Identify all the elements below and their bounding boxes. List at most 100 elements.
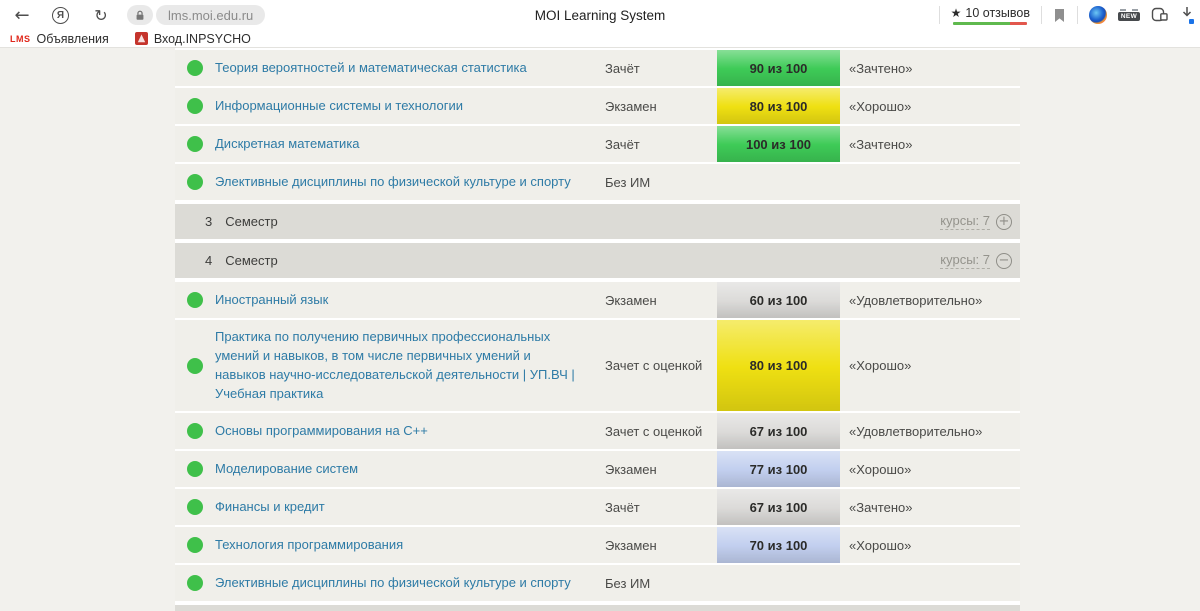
- page-content: Теория вероятностей и математическая ста…: [0, 48, 1200, 611]
- course-name-cell: Моделирование систем: [215, 452, 605, 487]
- status-dot-icon: [187, 537, 203, 553]
- bookmark-item-announcements[interactable]: LMS Объявления: [10, 32, 109, 46]
- site-reviews-button[interactable]: ★ 10 отзывов: [951, 6, 1030, 25]
- grade-label: «Хорошо»: [840, 538, 1020, 553]
- refresh-button[interactable]: ↻: [89, 3, 113, 27]
- lms-favicon: LMS: [10, 34, 31, 44]
- bookmark-flag-icon[interactable]: [1053, 8, 1066, 23]
- extension-browser-icon[interactable]: [1089, 6, 1107, 24]
- course-link[interactable]: Теория вероятностей и математическая ста…: [215, 60, 527, 75]
- bookmark-item-inpsycho[interactable]: Вход.INPSYCHO: [135, 32, 251, 46]
- control-type-label: Без ИМ: [605, 576, 717, 591]
- control-type-label: Зачёт: [605, 61, 717, 76]
- course-link[interactable]: Моделирование систем: [215, 461, 358, 476]
- score-badge: 80 из 100: [717, 320, 840, 411]
- rating-bar: [953, 22, 1027, 25]
- status-cell: [175, 88, 215, 124]
- course-name-cell: Основы программирования на C++: [215, 414, 605, 449]
- course-row: Теория вероятностей и математическая ста…: [175, 50, 1020, 86]
- semester-label: Семестр: [225, 214, 277, 229]
- course-row: Информационные системы и технологии Экза…: [175, 88, 1020, 124]
- tab-groups-icon[interactable]: [1151, 7, 1169, 23]
- score-badge: 80 из 100: [717, 88, 840, 124]
- star-icon: ★: [951, 6, 962, 20]
- course-row: Иностранный язык Экзамен 60 из 100 «Удов…: [175, 282, 1020, 318]
- score-badge: 67 из 100: [717, 489, 840, 525]
- course-row: Элективные дисциплины по физической куль…: [175, 565, 1020, 601]
- course-link[interactable]: Практика по получению первичных професси…: [215, 329, 575, 401]
- inpsycho-favicon: [135, 32, 148, 45]
- yandex-browser-icon[interactable]: Я: [52, 7, 69, 24]
- course-row: Практика по получению первичных професси…: [175, 320, 1020, 411]
- score-badge: 60 из 100: [717, 282, 840, 318]
- control-type-label: Экзамен: [605, 462, 717, 477]
- control-type-label: Зачет с оценкой: [605, 424, 717, 439]
- address-bar[interactable]: lms.moi.edu.ru: [156, 5, 265, 25]
- course-name-cell: Теория вероятностей и математическая ста…: [215, 51, 605, 86]
- download-button[interactable]: [1180, 6, 1196, 24]
- course-name-cell: Финансы и кредит: [215, 490, 605, 525]
- status-dot-icon: [187, 499, 203, 515]
- course-link[interactable]: Основы программирования на C++: [215, 423, 428, 438]
- course-link[interactable]: Элективные дисциплины по физической куль…: [215, 575, 571, 590]
- status-cell: [175, 126, 215, 162]
- semester-header-row: 3 Семестр курсы: 7 +: [175, 204, 1020, 239]
- site-security-lock-icon[interactable]: [127, 5, 153, 25]
- status-cell: [175, 413, 215, 449]
- course-link[interactable]: Иностранный язык: [215, 292, 328, 307]
- status-dot-icon: [187, 575, 203, 591]
- score-badge: 70 из 100: [717, 527, 840, 563]
- course-link[interactable]: Технология программирования: [215, 537, 403, 552]
- course-link[interactable]: Элективные дисциплины по физической куль…: [215, 174, 571, 189]
- grades-table: Теория вероятностей и математическая ста…: [175, 48, 1020, 611]
- control-type-label: Экзамен: [605, 293, 717, 308]
- grade-label: «Хорошо»: [840, 99, 1020, 114]
- grade-label: «Зачтено»: [840, 61, 1020, 76]
- grade-label: «Удовлетворительно»: [840, 424, 1020, 439]
- back-button[interactable]: ←: [10, 3, 34, 27]
- grade-label: «Зачтено»: [840, 500, 1020, 515]
- collapse-semester-icon[interactable]: −: [996, 253, 1012, 269]
- course-link[interactable]: Дискретная математика: [215, 136, 360, 151]
- course-row: Основы программирования на C++ Зачет с о…: [175, 413, 1020, 449]
- course-row: Технология программирования Экзамен 70 и…: [175, 527, 1020, 563]
- score-badge: 67 из 100: [717, 413, 840, 449]
- score-badge: 90 из 100: [717, 50, 840, 86]
- course-name-cell: Иностранный язык: [215, 283, 605, 318]
- score-badge: 77 из 100: [717, 451, 840, 487]
- control-type-label: Экзамен: [605, 538, 717, 553]
- semester-header-row: 5 Семестр курсы: 8 +: [175, 605, 1020, 611]
- semester-number: 4: [205, 253, 212, 268]
- expand-semester-icon[interactable]: +: [996, 214, 1012, 230]
- bookmarks-bar: LMS Объявления Вход.INPSYCHO: [0, 30, 1200, 48]
- grade-label: «Зачтено»: [840, 137, 1020, 152]
- course-name-cell: Практика по получению первичных професси…: [215, 320, 605, 411]
- bookmark-label: Объявления: [37, 32, 109, 46]
- semester-number: 3: [205, 214, 212, 229]
- toolbar-right-cluster: ★ 10 отзывов NEW: [939, 6, 1192, 25]
- status-dot-icon: [187, 358, 203, 374]
- control-type-label: Зачёт: [605, 137, 717, 152]
- status-cell: [175, 164, 215, 200]
- control-type-label: Экзамен: [605, 99, 717, 114]
- toolbar-separator: [1077, 6, 1078, 24]
- course-link[interactable]: Информационные системы и технологии: [215, 98, 463, 113]
- courses-count-link[interactable]: курсы: 7: [940, 213, 990, 230]
- control-type-label: Зачёт: [605, 500, 717, 515]
- status-dot-icon: [187, 98, 203, 114]
- course-row: Дискретная математика Зачёт 100 из 100 «…: [175, 126, 1020, 162]
- status-cell: [175, 50, 215, 86]
- reviews-count-label: 10 отзывов: [965, 6, 1030, 20]
- course-link[interactable]: Финансы и кредит: [215, 499, 325, 514]
- status-cell: [175, 489, 215, 525]
- status-cell: [175, 451, 215, 487]
- status-cell: [175, 565, 215, 601]
- status-dot-icon: [187, 292, 203, 308]
- score-badge: [717, 164, 840, 200]
- status-cell: [175, 320, 215, 411]
- course-row: Элективные дисциплины по физической куль…: [175, 164, 1020, 200]
- download-notification-dot: [1189, 19, 1194, 24]
- screenshot-new-extension-icon[interactable]: NEW: [1118, 9, 1140, 21]
- courses-count-link[interactable]: курсы: 7: [940, 252, 990, 269]
- status-dot-icon: [187, 136, 203, 152]
